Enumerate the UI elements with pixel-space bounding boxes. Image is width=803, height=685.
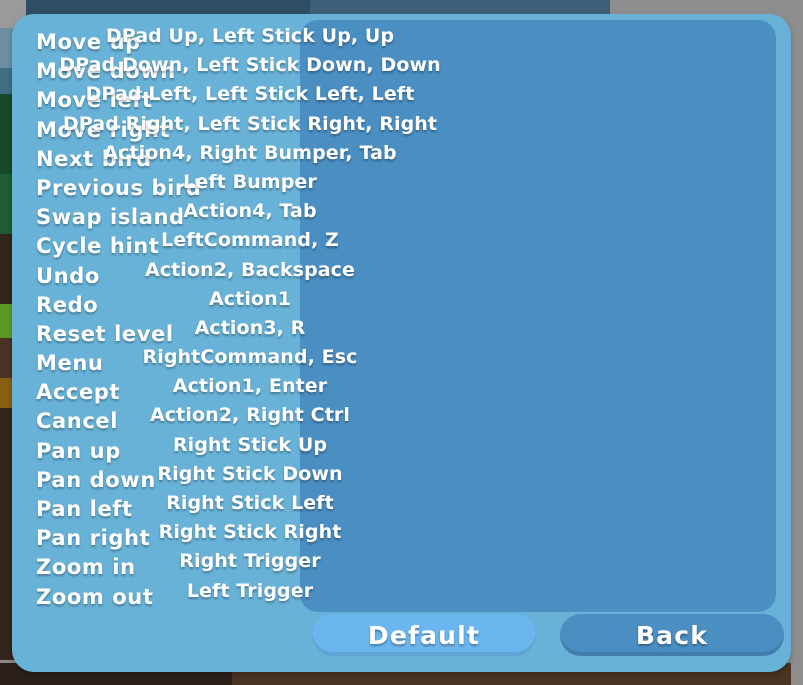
footer-button-bar: Default Back (12, 614, 791, 658)
binding-value[interactable]: DPad Up, Left Stick Up, Up (12, 22, 488, 51)
binding-value[interactable]: Left Trigger (12, 577, 488, 606)
default-button[interactable]: Default (312, 614, 536, 656)
binding-value[interactable]: Right Stick Right (12, 518, 488, 547)
back-button[interactable]: Back (560, 614, 784, 656)
binding-value[interactable]: Right Stick Up (12, 431, 488, 460)
game-controls-screen: Move up Move down Move left Move right N… (0, 0, 803, 685)
background-right-margin (791, 0, 803, 685)
binding-value[interactable]: Action2, Backspace (12, 256, 488, 285)
binding-value[interactable]: Action4, Right Bumper, Tab (12, 139, 488, 168)
binding-value[interactable]: Left Bumper (12, 168, 488, 197)
binding-value[interactable]: Action1, Enter (12, 372, 488, 401)
controls-panel: Move up Move down Move left Move right N… (12, 14, 791, 672)
binding-value[interactable]: Action4, Tab (12, 197, 488, 226)
binding-value[interactable]: LeftCommand, Z (12, 226, 488, 255)
binding-value[interactable]: Action1 (12, 285, 488, 314)
binding-values-column: DPad Up, Left Stick Up, Up DPad Down, Le… (12, 22, 488, 614)
bindings-table: Move up Move down Move left Move right N… (12, 14, 791, 614)
binding-value[interactable]: Right Stick Left (12, 489, 488, 518)
binding-value[interactable]: Action2, Right Ctrl (12, 401, 488, 430)
binding-value[interactable]: RightCommand, Esc (12, 343, 488, 372)
binding-value[interactable]: DPad Right, Left Stick Right, Right (12, 110, 488, 139)
binding-value[interactable]: DPad Down, Left Stick Down, Down (12, 51, 488, 80)
binding-value[interactable]: Right Trigger (12, 547, 488, 576)
binding-value[interactable]: DPad Left, Left Stick Left, Left (12, 80, 488, 109)
binding-value[interactable]: Action3, R (12, 314, 488, 343)
binding-value[interactable]: Right Stick Down (12, 460, 488, 489)
